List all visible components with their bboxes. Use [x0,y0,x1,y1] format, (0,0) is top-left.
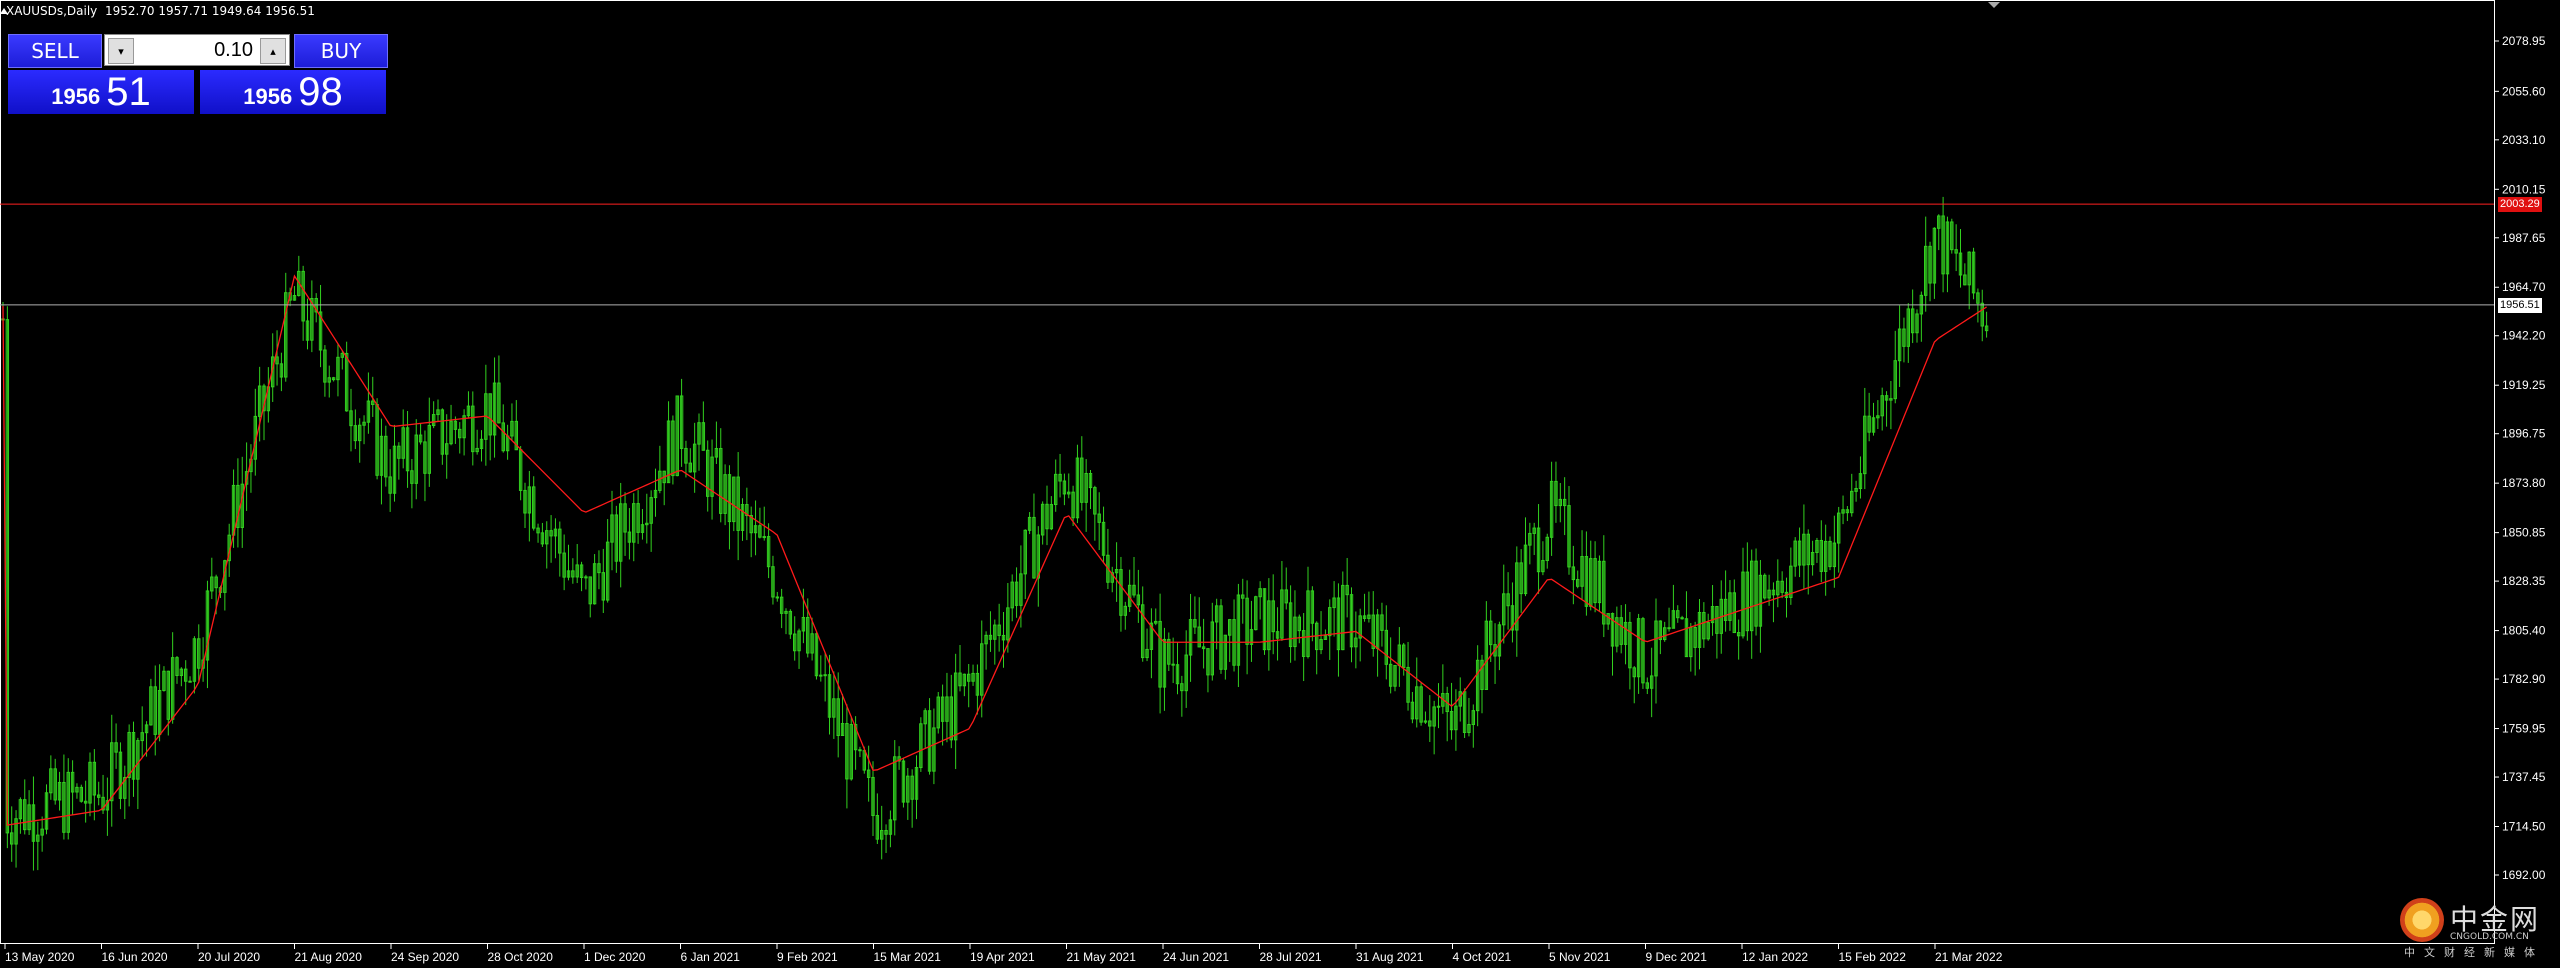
date-tick-label: 4 Oct 2021 [1453,950,1512,964]
watermark-sub-en: CNGOLD.COM.CN [2450,932,2529,942]
price-axis: 2078.95 2055.60 2033.10 2010.15 1987.65 1964.… [2494,34,2546,882]
date-tick-label: 28 Jul 2021 [1260,950,1322,964]
shift-marker-icon [1988,2,2000,8]
date-tick-label: 5 Nov 2021 [1549,950,1611,964]
sell-button[interactable]: SELL [8,34,102,68]
current-price-tag: 1956.51 [2498,297,2542,313]
date-tick-label: 16 Jun 2020 [102,950,168,964]
date-tick-label: 15 Feb 2022 [1839,950,1907,964]
price-tick-label: 2033.10 [2502,133,2546,147]
watermark-sub-cn: 中文财经新媒体 [2404,946,2544,959]
lot-decrease-icon[interactable]: ▾ [108,38,134,64]
price-tick-label: 1896.75 [2502,427,2546,441]
chart-title: XAUUSDs,Daily 1952.70 1957.71 1949.64 19… [6,4,315,18]
candle-body [762,536,766,539]
price-tick-label: 1987.65 [2502,231,2546,245]
watermark: 中金网 CNGOLD.COM.CN 中文财经新媒体 [2398,898,2558,959]
date-tick-label: 21 Aug 2020 [295,950,363,964]
plot-border [0,0,2495,944]
date-tick-label: 9 Dec 2021 [1646,950,1708,964]
date-tick-label: 19 Apr 2021 [970,950,1035,964]
chart-frame [0,0,2495,944]
price-tick-label: 2010.15 [2502,182,2546,196]
lot-increase-icon[interactable]: ▴ [260,38,286,64]
price-tick-label: 1919.25 [2502,378,2546,392]
buy-button[interactable]: BUY [294,34,388,68]
date-tick-label: 21 May 2021 [1067,950,1137,964]
price-tick-label: 1714.50 [2502,820,2546,834]
date-tick-label: 1 Dec 2020 [584,950,646,964]
one-click-trading-panel: SELL ▾ 0.10 ▴ BUY 1956 51 1956 98 [8,34,388,114]
candle-body [584,576,588,579]
price-tick-label: 1828.35 [2502,574,2546,588]
date-tick-label: 9 Feb 2021 [777,950,838,964]
candle-body [1667,627,1671,630]
date-tick-label: 13 May 2020 [5,950,75,964]
date-tick-label: 21 Mar 2022 [1935,950,2003,964]
date-tick-label: 15 Mar 2021 [874,950,942,964]
buy-price-small: 1956 [243,84,293,109]
buy-price-button[interactable]: 1956 98 [200,70,386,114]
cngold-logo-icon [2400,898,2444,942]
date-axis: 13 May 2020 16 Jun 2020 20 Jul 2020 21 Aug … [4,944,2003,964]
symbol-period: XAUUSDs,Daily [6,4,98,18]
candle-body [819,674,823,677]
price-tick-label: 1850.85 [2502,526,2546,540]
lot-size-field[interactable]: ▾ 0.10 ▴ [104,34,290,66]
moving-average-line [2,274,1987,826]
price-tick-label: 1873.80 [2502,476,2546,490]
candlestick-series [1,196,1989,871]
date-tick-label: 6 Jan 2021 [681,950,741,964]
price-tick-label: 2078.95 [2502,34,2546,48]
candle-body [775,596,779,599]
price-tick-label: 1964.70 [2502,280,2546,294]
sell-price-button[interactable]: 1956 51 [8,70,194,114]
date-tick-label: 24 Jun 2021 [1163,950,1229,964]
price-tick-label: 1782.90 [2502,672,2546,686]
ohlc-values: 1952.70 1957.71 1949.64 1956.51 [104,4,315,18]
price-tick-label: 1805.40 [2502,624,2546,638]
candle-body [1171,663,1175,666]
candle-body [858,749,862,752]
price-chart[interactable]: 2078.95 2055.60 2033.10 2010.15 1987.65 1964.… [0,0,2560,968]
sell-price-big: 51 [106,70,151,114]
price-tick-label: 2055.60 [2502,84,2546,98]
buy-price-big: 98 [298,70,343,114]
sell-price-small: 1956 [51,84,101,109]
date-tick-label: 24 Sep 2020 [391,950,459,964]
price-tick-label: 1759.95 [2502,722,2546,736]
candle-body [188,680,192,683]
date-tick-label: 31 Aug 2021 [1356,950,1424,964]
horizontal-levels[interactable] [0,203,2494,306]
date-tick-label: 12 Jan 2022 [1742,950,1808,964]
price-tick-label: 1942.20 [2502,329,2546,343]
candle-body [1436,705,1441,708]
ma-path [2,274,1987,826]
red-level-price-tag: 2003.29 [2498,197,2542,213]
candle-body [823,674,827,677]
date-tick-label: 20 Jul 2020 [198,950,260,964]
price-tick-label: 1692.00 [2502,868,2546,882]
date-tick-label: 28 Oct 2020 [488,950,554,964]
price-tick-label: 1737.45 [2502,770,2546,784]
lot-size-value[interactable]: 0.10 [214,39,253,62]
